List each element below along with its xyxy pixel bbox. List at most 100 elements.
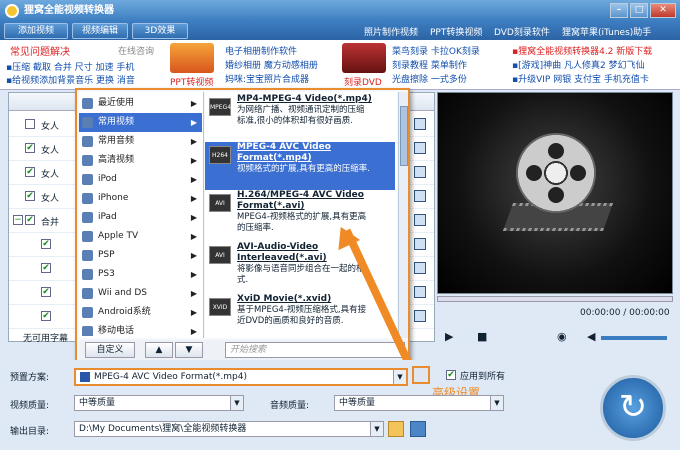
seek-bar[interactable] <box>437 296 673 302</box>
category-psp[interactable]: PSP ▶ <box>79 246 202 265</box>
volume-icon[interactable]: ◀ <box>587 330 595 343</box>
file-checkbox[interactable]: ✔ <box>25 191 35 201</box>
file-checkbox[interactable]: ✔ <box>41 263 51 273</box>
convert-button[interactable]: ↻ <box>600 375 666 441</box>
file-checkbox[interactable]: ✔ <box>25 215 35 225</box>
edit-icon[interactable] <box>414 166 426 178</box>
file-checkbox[interactable]: ✔ <box>25 143 35 153</box>
category-common-video[interactable]: 常用视频 ▶ <box>79 113 202 132</box>
category-ipad[interactable]: iPad ▶ <box>79 208 202 227</box>
format-list: MPEG4 MP4-MPEG-4 Video(*.mp4) 为网络广播、视频通讯定制… <box>205 92 397 338</box>
edit-icon[interactable] <box>414 262 426 274</box>
category-ps3[interactable]: PS3 ▶ <box>79 265 202 284</box>
edit-icon[interactable] <box>414 118 426 130</box>
scroll-down-button[interactable]: ▼ <box>175 342 203 358</box>
format-item-xvid[interactable]: XVID XviD Movie(*.xvid) 基于MPEG4-视频压缩格式,具有接… <box>205 294 395 338</box>
chevron-down-icon[interactable]: ▼ <box>490 396 503 410</box>
category-common-audio[interactable]: 常用音频 ▶ <box>79 132 202 151</box>
category-hd-video[interactable]: 高清视频 ▶ <box>79 151 202 170</box>
edit-icon[interactable] <box>414 238 426 250</box>
apply-all-checkbox[interactable]: ✔ <box>446 370 456 380</box>
edit-icon[interactable] <box>414 310 426 322</box>
app-logo-icon <box>5 4 19 18</box>
faq-links-2[interactable]: ▪给视频添加背景音乐 更换 消音 <box>6 73 135 86</box>
online-consult-link[interactable]: 在线咨询 <box>118 44 154 57</box>
edit-icon[interactable] <box>414 286 426 298</box>
open-folder-icon[interactable] <box>410 421 426 437</box>
ecard-link[interactable]: 电子相册制作软件 <box>225 44 297 57</box>
new-version-link[interactable]: ▪狸窝全能视频转换器4.2 新版下载 <box>512 44 652 57</box>
volume-slider[interactable] <box>601 336 667 340</box>
stop-icon[interactable]: ■ <box>477 330 487 343</box>
h264-icon: H264 <box>209 146 231 164</box>
format-item-mpeg4-avc[interactable]: H264 MPEG-4 AVC Video Format(*.mp4) 视频格式的扩展… <box>205 142 395 190</box>
maximize-button[interactable]: □ <box>630 3 648 18</box>
dvd-link-3[interactable]: 光盘擦除 一式多份 <box>392 72 467 85</box>
edit-icon[interactable] <box>414 190 426 202</box>
output-dir-label: 输出目录: <box>10 427 50 437</box>
add-video-button[interactable]: 添加视频 <box>4 23 68 39</box>
ps3-icon <box>82 269 93 280</box>
dvd-link[interactable]: 刻录DVD <box>344 75 382 88</box>
chevron-down-icon[interactable]: ▼ <box>370 422 383 436</box>
ad-bar: 常见问题解决 在线咨询 ▪压缩 截取 合并 尺寸 加速 手机 ▪给视频添加背景音… <box>0 40 680 90</box>
advanced-settings-button[interactable] <box>412 366 430 384</box>
edit-video-button[interactable]: 视频编辑 <box>72 23 128 39</box>
category-apple-tv[interactable]: Apple TV ▶ <box>79 227 202 246</box>
faq-title[interactable]: 常见问题解决 <box>10 43 70 58</box>
chevron-down-icon[interactable]: ▼ <box>230 396 243 410</box>
minimize-button[interactable]: – <box>610 3 628 18</box>
category-wii-ds[interactable]: Wii and DS ▶ <box>79 284 202 303</box>
3d-effect-button[interactable]: 3D效果 <box>132 23 188 39</box>
clock-icon <box>82 98 93 109</box>
file-checkbox[interactable]: ✔ <box>41 311 51 321</box>
edit-icon[interactable] <box>414 214 426 226</box>
dvd-link-1[interactable]: 菜鸟刻录 卡拉OK刻录 <box>392 44 480 57</box>
preset-select[interactable]: MPEG-4 AVC Video Format(*.mp4) ▼ <box>74 368 408 386</box>
category-android[interactable]: Android系统 ▶ <box>79 303 202 322</box>
video-quality-label: 视频质量: <box>10 401 50 411</box>
video-quality-select[interactable]: 中等质量 ▼ <box>74 395 244 411</box>
chevron-down-icon[interactable]: ▼ <box>393 370 406 384</box>
customize-button[interactable]: 自定义 <box>85 342 135 358</box>
film-reel-icon <box>516 133 596 213</box>
faq-links-1[interactable]: ▪压缩 截取 合并 尺寸 加速 手机 <box>6 60 134 73</box>
edit-icon[interactable] <box>414 142 426 154</box>
format-item-h264-avi[interactable]: AVI H.264/MPEG-4 AVC Video Format(*.avi) MP… <box>205 190 395 238</box>
expand-icon[interactable]: − <box>13 215 23 225</box>
format-item-mp4[interactable]: MPEG4 MP4-MPEG-4 Video(*.mp4) 为网络广播、视频通讯定制… <box>205 94 395 142</box>
folder-icon[interactable] <box>388 421 404 437</box>
search-input[interactable]: 开始搜索 <box>225 342 405 358</box>
play-icon[interactable]: ▶ <box>445 330 453 343</box>
vip-link[interactable]: ▪升级VIP 网银 支付宝 手机充值卡 <box>512 72 649 85</box>
file-name: 女人 <box>41 194 60 204</box>
dvd-burn-link[interactable]: DVD刻录软件 <box>494 25 550 38</box>
snapshot-icon[interactable]: ◉ <box>557 330 567 343</box>
photo-video-link[interactable]: 照片制作视频 <box>364 25 418 38</box>
ppt-video-link[interactable]: PPT转换视频 <box>430 25 482 38</box>
file-checkbox[interactable]: ✔ <box>41 287 51 297</box>
apply-all-label: 应用到所有 <box>460 372 506 382</box>
hd-icon <box>82 155 93 166</box>
avi-icon: AVI <box>209 194 231 212</box>
audio-quality-select[interactable]: 中等质量 ▼ <box>334 395 504 411</box>
file-checkbox[interactable]: ✔ <box>41 239 51 249</box>
game-link[interactable]: ▪[游戏]神曲 凡人修真2 梦幻飞仙 <box>512 58 645 71</box>
format-scrollbar[interactable] <box>398 92 408 338</box>
category-ipod[interactable]: iPod ▶ <box>79 170 202 189</box>
scroll-up-button[interactable]: ▲ <box>145 342 173 358</box>
category-mobile-phone[interactable]: 移动电话 ▶ <box>79 322 202 336</box>
dvd-link-2[interactable]: 刻录教程 菜单制作 <box>392 58 467 71</box>
itunes-helper-link[interactable]: 狸窝苹果(iTunes)助手 <box>562 25 651 38</box>
ppt-link[interactable]: PPT转视频 <box>170 75 213 88</box>
ecard-link-2[interactable]: 婚纱相册 魔方动感相册 <box>225 58 318 71</box>
close-button[interactable]: ✕ <box>650 3 676 18</box>
ecard-link-3[interactable]: 妈咪:宝宝照片合成器 <box>225 72 309 85</box>
file-checkbox[interactable] <box>25 119 35 129</box>
category-iphone[interactable]: iPhone ▶ <box>79 189 202 208</box>
output-dir-select[interactable]: D:\My Documents\狸窝\全能视频转换器 ▼ <box>74 421 384 437</box>
category-recent[interactable]: 最近使用 ▶ <box>79 94 202 113</box>
file-checkbox[interactable]: ✔ <box>25 167 35 177</box>
file-name: 女人 <box>41 170 60 180</box>
iphone-icon <box>82 193 93 204</box>
